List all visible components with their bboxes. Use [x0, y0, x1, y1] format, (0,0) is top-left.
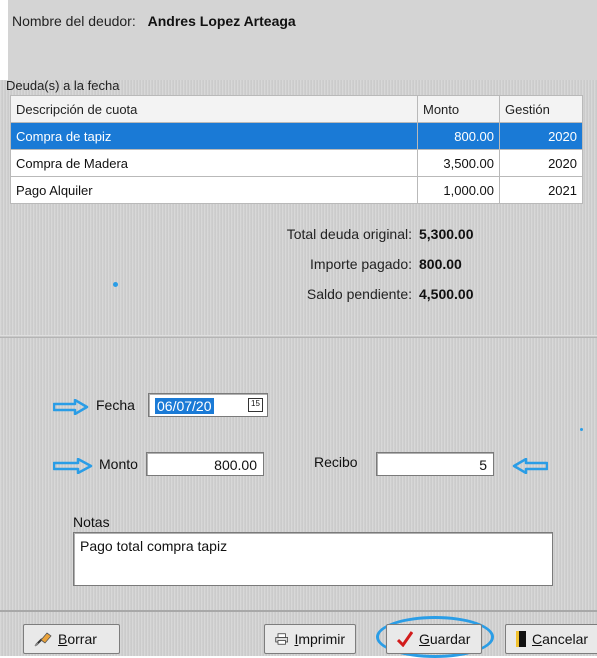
total-original-value: 5,300.00 — [419, 226, 474, 242]
cell-gestion[interactable]: 2021 — [499, 176, 583, 204]
header-strip — [0, 0, 597, 80]
totals-block: Total deuda original: 5,300.00 Importe p… — [200, 226, 530, 316]
column-header-monto[interactable]: Monto — [417, 95, 500, 123]
imprimir-label: Imprimir — [294, 631, 345, 647]
fecha-value[interactable]: 06/07/20 — [155, 398, 214, 414]
cell-descripcion[interactable]: Pago Alquiler — [10, 176, 418, 204]
total-original-row: Total deuda original: 5,300.00 — [200, 226, 530, 256]
printer-icon — [275, 633, 289, 645]
importe-pagado-label: Importe pagado: — [310, 256, 412, 272]
calendar-icon[interactable]: 15 — [248, 398, 263, 412]
importe-pagado-row: Importe pagado: 800.00 — [200, 256, 530, 286]
footer-divider — [0, 610, 597, 612]
borrar-label: Borrar — [58, 631, 97, 647]
cancelar-label: Cancelar — [532, 631, 589, 647]
column-header-gestion[interactable]: Gestión — [499, 95, 583, 123]
arrow-right-icon — [53, 458, 93, 474]
importe-pagado-value: 800.00 — [419, 256, 462, 272]
section-divider — [0, 335, 597, 338]
fecha-field[interactable]: 06/07/20 15 — [148, 393, 268, 417]
checkmark-icon — [397, 631, 413, 647]
fecha-label: Fecha — [96, 397, 135, 413]
debts-table: Descripción de cuota Monto Gestión Compr… — [10, 95, 583, 204]
notas-label: Notas — [73, 514, 110, 530]
guardar-button[interactable]: Guardar — [386, 624, 482, 654]
recibo-label: Recibo — [314, 454, 358, 470]
cell-monto[interactable]: 3,500.00 — [417, 149, 500, 177]
eraser-icon — [34, 632, 52, 647]
total-original-label: Total deuda original: — [286, 226, 412, 242]
door-icon — [516, 631, 526, 647]
imprimir-button[interactable]: Imprimir — [264, 624, 356, 654]
saldo-pendiente-label: Saldo pendiente: — [306, 286, 412, 302]
table-row[interactable]: Compra de tapiz 800.00 2020 — [10, 122, 583, 150]
cell-monto[interactable]: 1,000.00 — [417, 176, 500, 204]
column-header-descripcion[interactable]: Descripción de cuota — [10, 95, 418, 123]
cell-gestion[interactable]: 2020 — [499, 122, 583, 150]
notas-textarea[interactable]: Pago total compra tapiz — [73, 532, 553, 586]
annotation-dot — [580, 428, 583, 431]
borrar-button[interactable]: Borrar — [23, 624, 120, 654]
payment-dialog: Nombre del deudor: Andres Lopez Arteaga … — [0, 0, 597, 658]
monto-field[interactable]: 800.00 — [146, 452, 264, 476]
saldo-pendiente-value: 4,500.00 — [419, 286, 474, 302]
arrow-left-icon — [512, 458, 548, 474]
table-row[interactable]: Compra de Madera 3,500.00 2020 — [10, 149, 583, 177]
debtor-label: Nombre del deudor: — [12, 13, 136, 29]
monto-label: Monto — [99, 456, 138, 472]
debts-title: Deuda(s) a la fecha — [6, 78, 120, 93]
cell-gestion[interactable]: 2020 — [499, 149, 583, 177]
table-row[interactable]: Pago Alquiler 1,000.00 2021 — [10, 176, 583, 204]
cell-descripcion[interactable]: Compra de tapiz — [10, 122, 418, 150]
cancelar-button[interactable]: Cancelar — [505, 624, 597, 654]
guardar-label: Guardar — [419, 631, 471, 647]
annotation-dot — [113, 282, 118, 287]
cell-monto[interactable]: 800.00 — [417, 122, 500, 150]
debtor-line: Nombre del deudor: Andres Lopez Arteaga — [12, 13, 296, 29]
recibo-field[interactable]: 5 — [376, 452, 494, 476]
arrow-right-icon — [53, 399, 89, 415]
table-header-row: Descripción de cuota Monto Gestión — [10, 95, 583, 123]
left-edge — [0, 0, 8, 80]
saldo-pendiente-row: Saldo pendiente: 4,500.00 — [200, 286, 530, 316]
cell-descripcion[interactable]: Compra de Madera — [10, 149, 418, 177]
debtor-name: Andres Lopez Arteaga — [147, 13, 296, 29]
